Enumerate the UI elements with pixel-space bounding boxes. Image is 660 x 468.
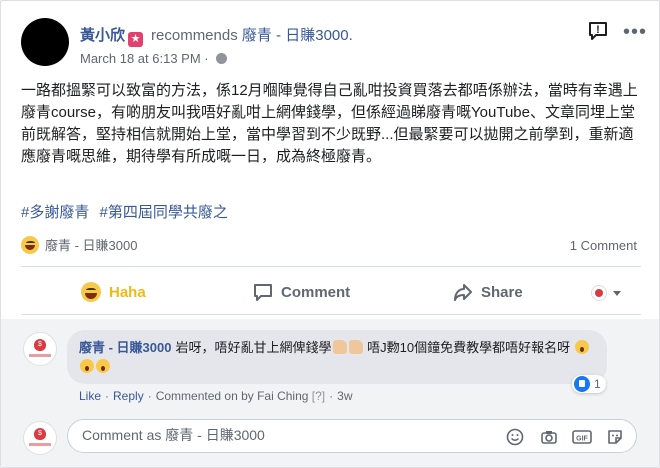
post-meta: March 18 at 6:13 PM · [80, 51, 228, 66]
svg-text:GIF: GIF [576, 436, 588, 443]
comment-like-count: 1 [594, 377, 601, 391]
share-arrow-icon [454, 284, 472, 301]
divider [21, 266, 641, 267]
commenter-avatar[interactable]: $ [23, 332, 57, 366]
comment-actions: Like · Reply · Commented on by Fai Ching [?]… [79, 389, 352, 403]
comment-count[interactable]: 1 Comment [570, 238, 637, 253]
surprised-emoji-icon [80, 359, 94, 373]
divider [21, 314, 641, 315]
comment-text-2: 唔J覅10個鐘免費教學都唔好報名呀 [367, 340, 571, 355]
surprised-emoji-icon [96, 359, 110, 373]
logo-caption-icon [29, 443, 51, 446]
post-body: 一路都搵緊可以致富的方法，係12月嗰陣覺得自己亂咁投資買落去都唔係辦法，當時有幸… [21, 82, 638, 165]
recommends-star-icon: ★ [128, 32, 144, 47]
sticker-icon[interactable] [606, 428, 624, 446]
more-options-button[interactable]: ••• [623, 22, 647, 42]
reaction-summary[interactable]: 廢青 - 日賺3000 [21, 235, 137, 254]
haha-label: Haha [109, 283, 146, 301]
comment-button[interactable]: Comment [253, 282, 350, 302]
comment-input[interactable] [80, 426, 484, 444]
commented-on-by-text[interactable]: Commented on by Fai Ching [156, 389, 309, 403]
money-bag-logo-icon: $ [34, 428, 46, 440]
chevron-down-icon [613, 290, 621, 296]
share-label: Share [481, 283, 523, 301]
action-separator: · [105, 389, 110, 403]
haha-emoji-icon [21, 235, 39, 254]
comment-bubble-icon [254, 284, 272, 301]
report-button[interactable]: ! [587, 20, 609, 42]
camera-icon[interactable] [540, 428, 558, 446]
page-link[interactable]: 廢青 - 日賺3000. [242, 27, 353, 44]
action-separator: · [147, 389, 152, 403]
hashtag-link[interactable]: #第四屆同學共廢之 [100, 204, 228, 221]
report-icon: ! [596, 24, 600, 36]
author-name[interactable]: 黃小欣 [80, 27, 125, 44]
hashtag-link[interactable]: #多謝廢青 [21, 204, 89, 221]
meta-separator: · [204, 51, 209, 66]
comment-like-link[interactable]: Like [79, 389, 101, 403]
act-as-page-selector[interactable] [591, 285, 621, 301]
money-bag-logo-icon: $ [34, 339, 46, 351]
page-logo-icon [591, 285, 607, 301]
author-avatar[interactable] [21, 18, 69, 66]
comment-author[interactable]: 廢青 - 日賺3000 [79, 340, 171, 355]
thumbs-up-emoji-icon [332, 340, 347, 354]
like-thumb-icon [574, 376, 590, 392]
post-timestamp[interactable]: March 18 at 6:13 PM [80, 51, 201, 66]
comment-bubble: 廢青 - 日賺3000 岩呀，唔好亂甘上網俾錢學 唔J覅10個鐘免費教學都唔好報名… [67, 330, 607, 384]
surprised-emoji-icon [574, 340, 589, 354]
action-separator: · [329, 389, 334, 403]
thumbs-up-emoji-icon [348, 340, 363, 354]
emoji-icon[interactable] [506, 428, 524, 446]
composer-avatar[interactable]: $ [23, 421, 57, 455]
reaction-by-text: 廢青 - 日賺3000 [45, 238, 138, 253]
share-button[interactable]: Share [453, 282, 523, 302]
comment-age[interactable]: 3w [337, 389, 352, 403]
logo-caption-icon [29, 354, 51, 357]
comment-reply-link[interactable]: Reply [113, 389, 144, 403]
recommends-text: recommends [151, 27, 238, 44]
post-header: 黃小欣 ★ recommends 廢青 - 日賺3000. [80, 24, 353, 47]
globe-icon[interactable] [216, 53, 228, 64]
hashtag-list: #多謝廢青 #第四屆同學共廢之 [21, 201, 234, 222]
comment-text-1: 岩呀，唔好亂甘上網俾錢學 [175, 340, 332, 355]
help-link[interactable]: [?] [312, 389, 325, 403]
comment-label: Comment [281, 283, 351, 301]
haha-button[interactable]: Haha [81, 282, 146, 302]
comment-composer[interactable]: GIF [67, 419, 637, 453]
gif-icon[interactable]: GIF [572, 428, 592, 446]
haha-emoji-icon [81, 282, 101, 302]
post-card: 黃小欣 ★ recommends 廢青 - 日賺3000. March 18 at … [0, 0, 660, 468]
comment-like-badge[interactable]: 1 [572, 375, 606, 393]
